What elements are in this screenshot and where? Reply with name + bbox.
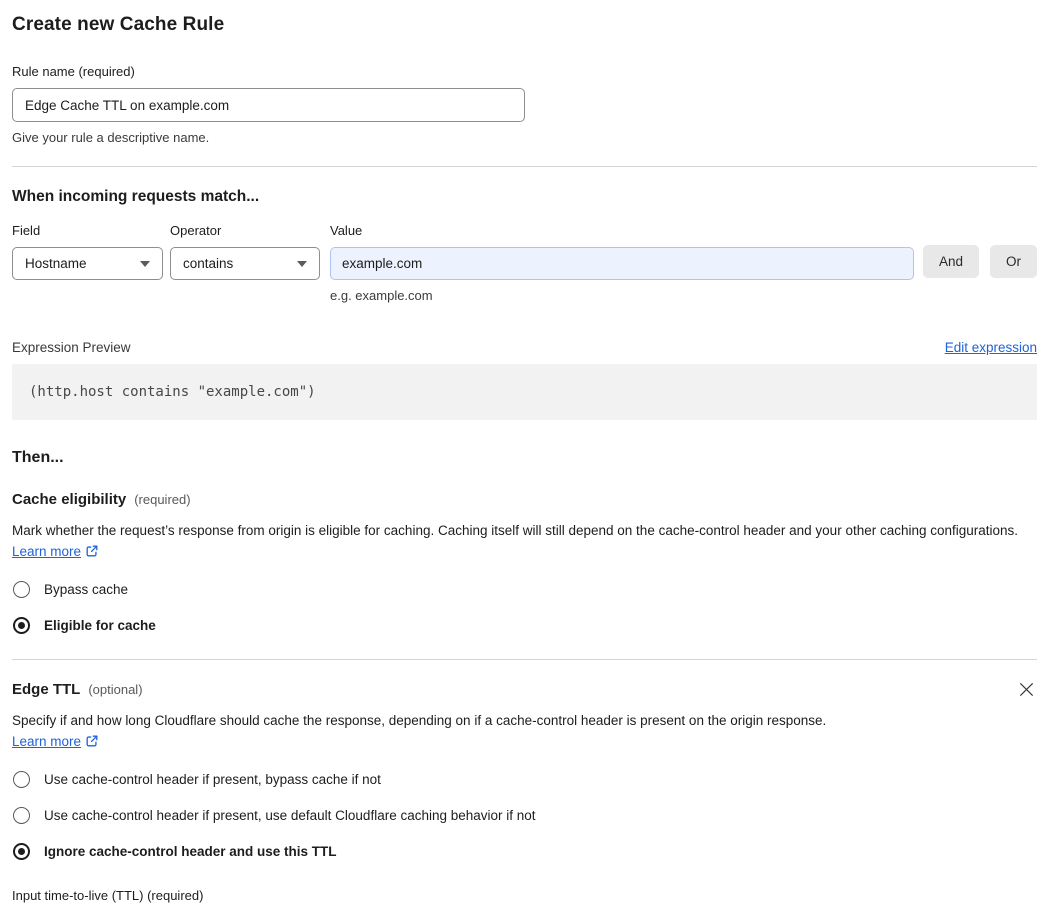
match-row: Field Hostname Operator contains Value e… — [12, 223, 1037, 303]
radio-option-bypass-cache[interactable]: Bypass cache — [12, 581, 1037, 598]
value-column: Value e.g. example.com — [330, 223, 914, 303]
radio-option-label: Ignore cache-control header and use this… — [44, 844, 337, 859]
radio-option-respect-header-bypass[interactable]: Use cache-control header if present, byp… — [12, 771, 1037, 788]
close-edge-ttl-button[interactable] — [1016, 679, 1037, 700]
radio-option-label: Eligible for cache — [44, 618, 156, 633]
external-link-icon — [86, 735, 98, 747]
field-select-value: Hostname — [25, 256, 87, 271]
edge-ttl-description-text: Specify if and how long Cloudflare shoul… — [12, 713, 827, 728]
then-heading: Then... — [12, 449, 64, 466]
radio-option-respect-header-default[interactable]: Use cache-control header if present, use… — [12, 807, 1037, 824]
expression-preview-row: Expression Preview Edit expression — [12, 340, 1037, 355]
edge-ttl-qualifier: (optional) — [88, 682, 143, 697]
operator-column: Operator contains — [170, 223, 320, 280]
match-heading: When incoming requests match... — [12, 188, 260, 205]
edge-ttl-learn-more-link[interactable]: Learn more — [12, 734, 99, 749]
radio-option-label: Use cache-control header if present, byp… — [44, 772, 381, 787]
value-input[interactable] — [330, 247, 914, 280]
operator-label: Operator — [170, 223, 222, 238]
radio-option-eligible-for-cache[interactable]: Eligible for cache — [12, 617, 1037, 634]
cache-eligibility-description-text: Mark whether the request’s response from… — [12, 523, 1019, 538]
value-help: e.g. example.com — [330, 288, 433, 303]
value-label: Value — [330, 223, 363, 238]
radio-icon — [13, 581, 30, 598]
field-column: Field Hostname — [12, 223, 163, 280]
radio-option-label: Use cache-control header if present, use… — [44, 808, 536, 823]
learn-more-label: Learn more — [12, 734, 82, 749]
close-icon — [1020, 683, 1033, 696]
chevron-down-icon — [140, 260, 150, 267]
edit-expression-link[interactable]: Edit expression — [945, 340, 1037, 355]
radio-icon — [13, 771, 30, 788]
radio-icon — [13, 807, 30, 824]
conjunction-buttons: And Or — [922, 223, 1037, 278]
expression-preview-label: Expression Preview — [12, 340, 131, 355]
cache-eligibility-qualifier: (required) — [134, 492, 191, 507]
rule-name-help: Give your rule a descriptive name. — [12, 130, 210, 145]
cache-eligibility-description: Mark whether the request’s response from… — [12, 520, 1025, 562]
edge-ttl-header: Edge TTL (optional) — [12, 679, 1037, 700]
expression-code: (http.host contains "example.com") — [12, 364, 1037, 420]
cache-eligibility-learn-more-link[interactable]: Learn more — [12, 544, 99, 559]
chevron-down-icon — [297, 260, 307, 267]
divider — [12, 166, 1037, 167]
edge-ttl-description: Specify if and how long Cloudflare shoul… — [12, 710, 847, 752]
operator-select-value: contains — [183, 256, 234, 271]
create-cache-rule-form: Create new Cache Rule Rule name (require… — [0, 0, 1058, 906]
and-button[interactable]: And — [922, 245, 979, 278]
rule-name-input[interactable] — [12, 88, 525, 122]
radio-icon — [13, 617, 30, 634]
rule-name-label: Rule name (required) — [12, 64, 135, 79]
radio-icon — [13, 843, 30, 860]
rule-name-group: Rule name (required) Give your rule a de… — [12, 64, 1037, 145]
cache-eligibility-heading: Cache eligibility (required) — [12, 491, 1037, 508]
page-title: Create new Cache Rule — [12, 14, 225, 35]
operator-select[interactable]: contains — [170, 247, 320, 280]
learn-more-label: Learn more — [12, 544, 82, 559]
field-select[interactable]: Hostname — [12, 247, 163, 280]
ttl-input-label: Input time-to-live (TTL) (required) — [12, 888, 204, 903]
or-button[interactable]: Or — [990, 245, 1037, 278]
divider — [12, 659, 1037, 660]
cache-eligibility-title: Cache eligibility — [12, 491, 127, 508]
edge-ttl-title: Edge TTL — [12, 681, 81, 698]
edge-ttl-heading: Edge TTL (optional) — [12, 681, 143, 698]
radio-option-label: Bypass cache — [44, 582, 129, 597]
radio-option-ignore-header-use-ttl[interactable]: Ignore cache-control header and use this… — [12, 843, 1037, 860]
field-label: Field — [12, 223, 41, 238]
external-link-icon — [86, 545, 98, 557]
